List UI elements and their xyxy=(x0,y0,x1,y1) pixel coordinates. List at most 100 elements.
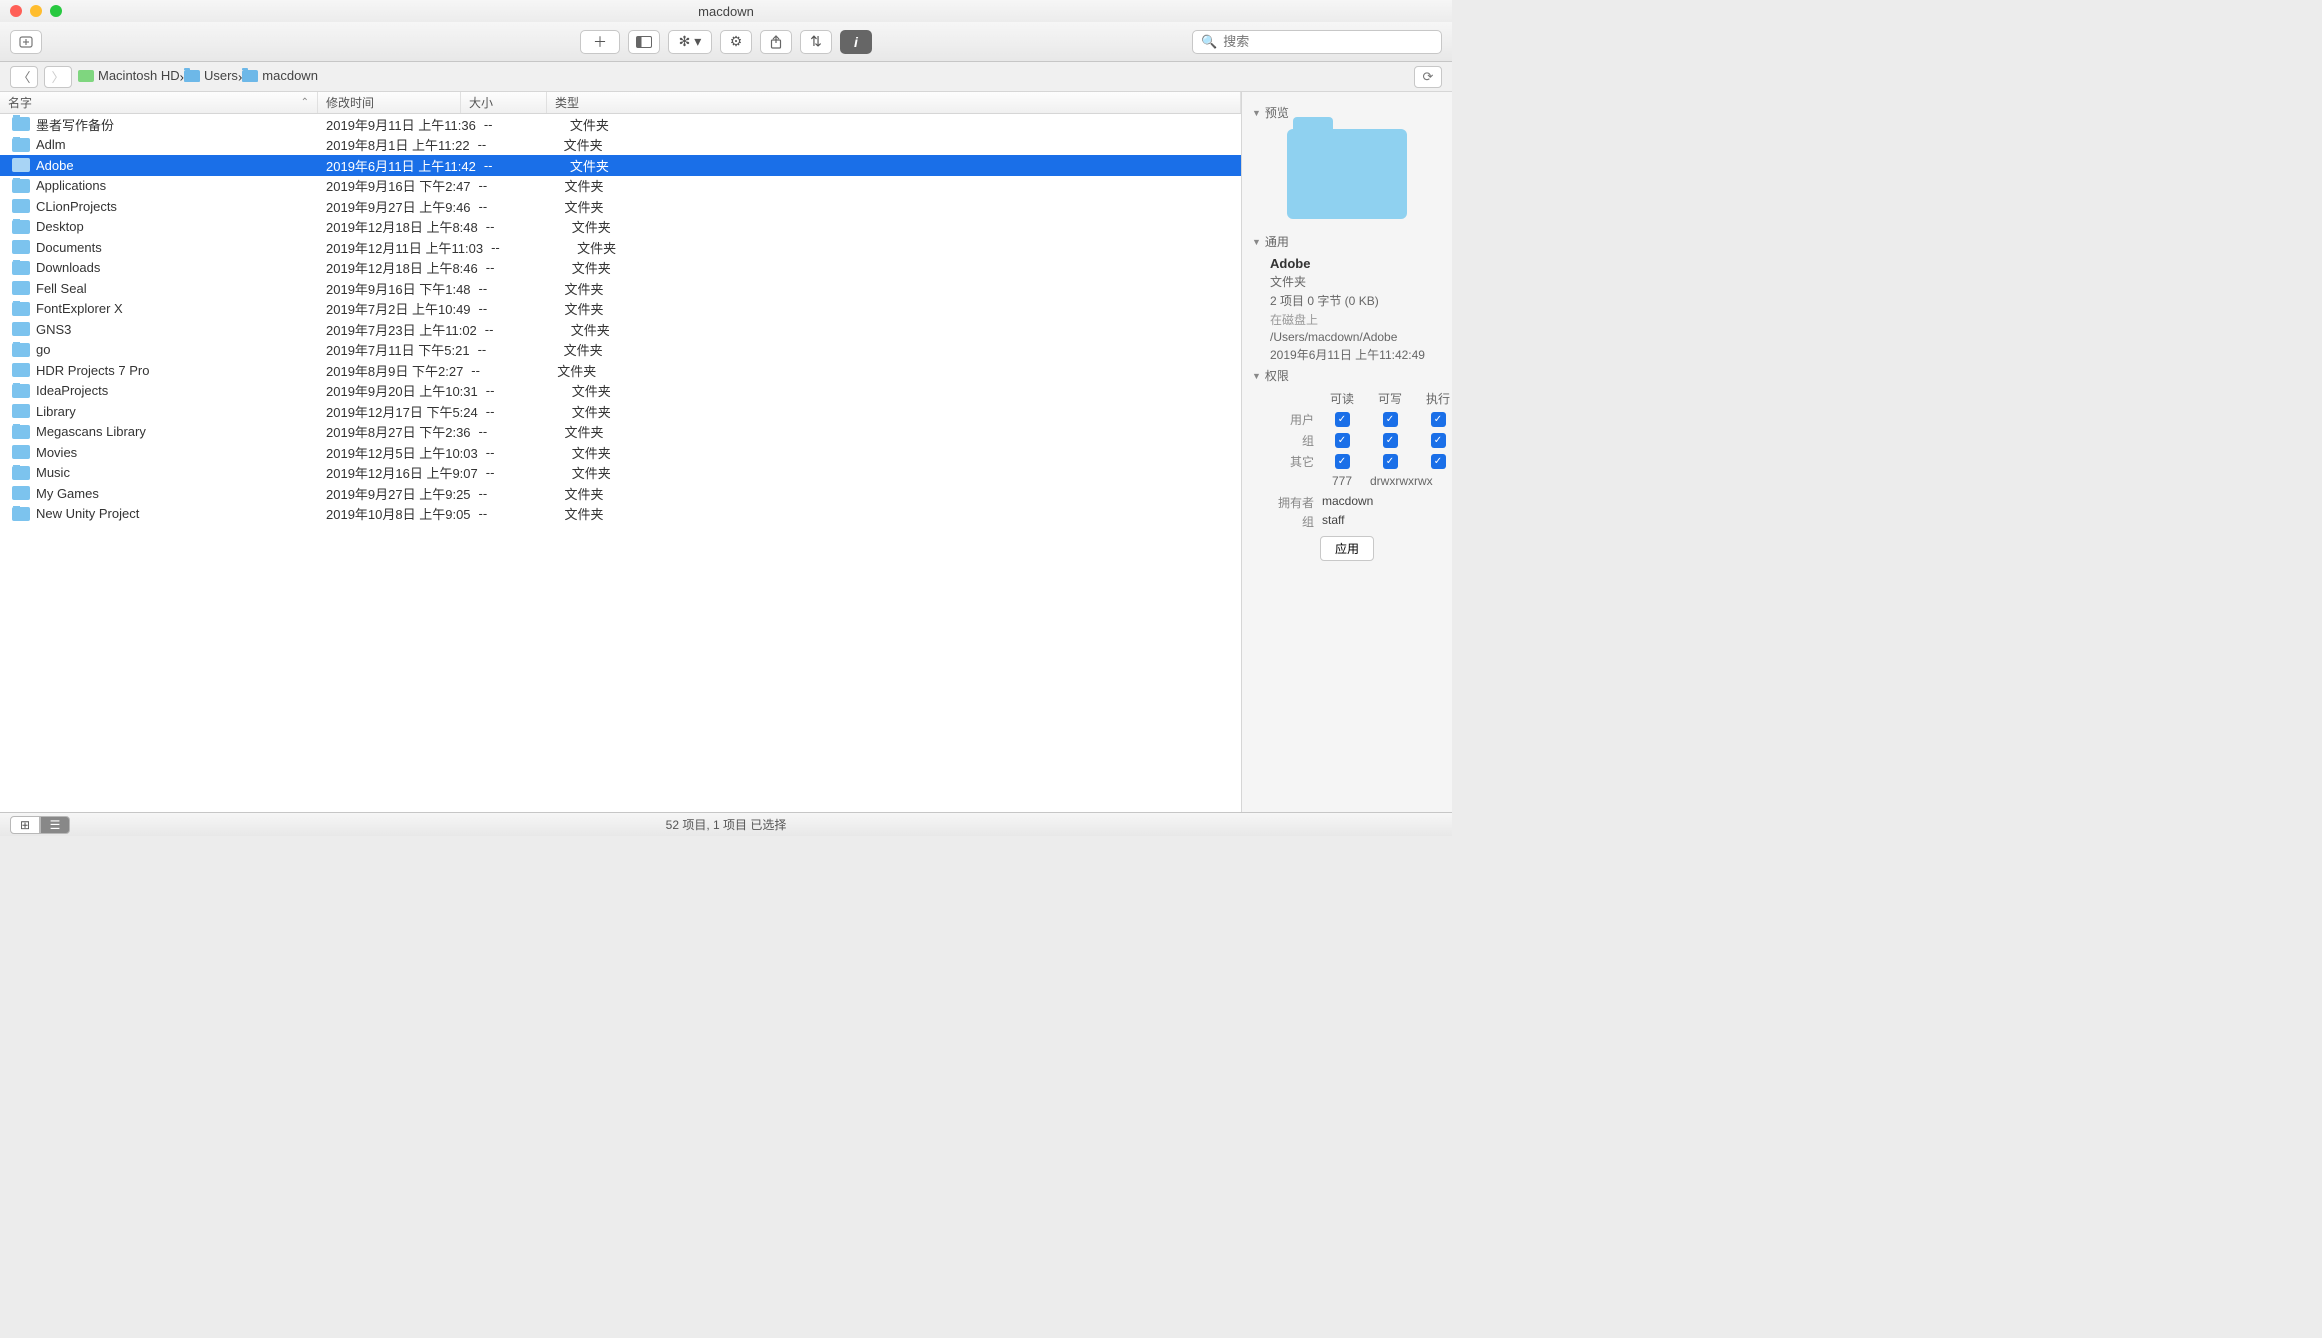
info-button[interactable]: i xyxy=(840,30,872,54)
perm-group-label: 组 xyxy=(1264,432,1314,449)
inspector-panel: ▼预览 ▼通用 Adobe 文件夹 2 项目 0 字节 (0 KB) 在磁盘上 … xyxy=(1242,92,1452,812)
folder-icon xyxy=(12,445,30,459)
breadcrumb-item[interactable]: macdown xyxy=(242,68,318,83)
file-row[interactable]: Movies2019年12月5日 上午10:03--文件夹 xyxy=(0,442,1241,463)
file-name: go xyxy=(36,342,50,357)
file-name: 墨者写作备份 xyxy=(36,115,114,134)
general-section[interactable]: ▼通用 xyxy=(1252,233,1442,250)
file-row[interactable]: FontExplorer X2019年7月2日 上午10:49--文件夹 xyxy=(0,299,1241,320)
toolbar: ＋ ✻ ▾ ⚙ ⇅ i 🔍 xyxy=(0,22,1452,62)
file-row[interactable]: go2019年7月11日 下午5:21--文件夹 xyxy=(0,340,1241,361)
disclosure-icon: ▼ xyxy=(1252,108,1261,118)
file-kind: 文件夹 xyxy=(564,463,1241,482)
sort-button[interactable]: ⇅ xyxy=(800,30,832,54)
file-row[interactable]: New Unity Project2019年10月8日 上午9:05--文件夹 xyxy=(0,504,1241,525)
file-row[interactable]: Fell Seal2019年9月16日 下午1:48--文件夹 xyxy=(0,278,1241,299)
file-row[interactable]: Music2019年12月16日 上午9:07--文件夹 xyxy=(0,463,1241,484)
icon-view-button[interactable]: ⊞ xyxy=(10,816,40,834)
file-row[interactable]: Adobe2019年6月11日 上午11:42--文件夹 xyxy=(0,155,1241,176)
file-name: Desktop xyxy=(36,219,84,234)
new-tab-button[interactable] xyxy=(10,30,42,54)
file-name: IdeaProjects xyxy=(36,383,108,398)
file-row[interactable]: Desktop2019年12月18日 上午8:48--文件夹 xyxy=(0,217,1241,238)
forward-button[interactable]: 〉 xyxy=(44,66,72,88)
breadcrumb-item[interactable]: Macintosh HD xyxy=(78,68,180,83)
perm-user-label: 用户 xyxy=(1264,411,1314,428)
file-row[interactable]: GNS32019年7月23日 上午11:02--文件夹 xyxy=(0,319,1241,340)
perm-user-exec-checkbox[interactable]: ✓ xyxy=(1431,412,1446,427)
file-kind: 文件夹 xyxy=(557,299,1241,318)
sidebar-toggle-button[interactable] xyxy=(628,30,660,54)
perm-user-write-checkbox[interactable]: ✓ xyxy=(1383,412,1398,427)
info-ondisk-label: 在磁盘上 xyxy=(1270,311,1442,328)
preview-section[interactable]: ▼预览 xyxy=(1252,104,1442,121)
file-row[interactable]: IdeaProjects2019年9月20日 上午10:31--文件夹 xyxy=(0,381,1241,402)
add-button[interactable]: ＋ xyxy=(580,30,620,54)
file-kind: 文件夹 xyxy=(564,381,1241,400)
apply-button[interactable]: 应用 xyxy=(1320,536,1374,561)
folder-icon xyxy=(12,240,30,254)
file-row[interactable]: Megascans Library2019年8月27日 下午2:36--文件夹 xyxy=(0,422,1241,443)
column-kind[interactable]: 类型 xyxy=(547,92,1241,113)
file-row[interactable]: HDR Projects 7 Pro2019年8月9日 下午2:27--文件夹 xyxy=(0,360,1241,381)
action-menu-button[interactable]: ✻ ▾ xyxy=(668,30,712,54)
file-kind: 文件夹 xyxy=(557,176,1241,195)
close-icon[interactable] xyxy=(10,5,22,17)
perm-group-write-checkbox[interactable]: ✓ xyxy=(1383,433,1398,448)
group-value: staff xyxy=(1322,513,1442,530)
search-field[interactable]: 🔍 xyxy=(1192,30,1442,54)
column-name[interactable]: 名字⌃ xyxy=(0,92,318,113)
folder-icon xyxy=(12,363,30,377)
column-date[interactable]: 修改时间 xyxy=(318,92,461,113)
file-size: -- xyxy=(471,178,557,193)
share-button[interactable] xyxy=(760,30,792,54)
file-row[interactable]: Documents2019年12月11日 上午11:03--文件夹 xyxy=(0,237,1241,258)
file-date: 2019年12月18日 上午8:48 xyxy=(318,217,478,236)
perm-other-exec-checkbox[interactable]: ✓ xyxy=(1431,454,1446,469)
file-row[interactable]: Adlm2019年8月1日 上午11:22--文件夹 xyxy=(0,135,1241,156)
perm-user-read-checkbox[interactable]: ✓ xyxy=(1335,412,1350,427)
folder-icon xyxy=(12,158,30,172)
file-rows[interactable]: 墨者写作备份2019年9月11日 上午11:36--文件夹Adlm2019年8月… xyxy=(0,114,1241,812)
file-kind: 文件夹 xyxy=(564,443,1241,462)
breadcrumb-item[interactable]: Users xyxy=(184,68,238,83)
file-row[interactable]: My Games2019年9月27日 上午9:25--文件夹 xyxy=(0,483,1241,504)
minimize-icon[interactable] xyxy=(30,5,42,17)
file-row[interactable]: Downloads2019年12月18日 上午8:46--文件夹 xyxy=(0,258,1241,279)
perm-group-exec-checkbox[interactable]: ✓ xyxy=(1431,433,1446,448)
file-kind: 文件夹 xyxy=(564,258,1241,277)
info-items: 2 项目 0 字节 (0 KB) xyxy=(1270,292,1442,309)
file-date: 2019年9月27日 上午9:25 xyxy=(318,484,471,503)
info-modified: 2019年6月11日 上午11:42:49 xyxy=(1270,346,1442,363)
file-date: 2019年7月23日 上午11:02 xyxy=(318,320,477,339)
perm-group-read-checkbox[interactable]: ✓ xyxy=(1335,433,1350,448)
search-input[interactable] xyxy=(1223,34,1433,49)
gear-button[interactable]: ⚙ xyxy=(720,30,752,54)
perm-other-write-checkbox[interactable]: ✓ xyxy=(1383,454,1398,469)
file-row[interactable]: 墨者写作备份2019年9月11日 上午11:36--文件夹 xyxy=(0,114,1241,135)
back-button[interactable]: 〈 xyxy=(10,66,38,88)
permissions-section[interactable]: ▼权限 xyxy=(1252,367,1442,384)
file-kind: 文件夹 xyxy=(557,197,1241,216)
file-kind: 文件夹 xyxy=(569,238,1241,257)
perm-other-read-checkbox[interactable]: ✓ xyxy=(1335,454,1350,469)
file-row[interactable]: Library2019年12月17日 下午5:24--文件夹 xyxy=(0,401,1241,422)
column-size[interactable]: 大小 xyxy=(461,92,547,113)
file-date: 2019年10月8日 上午9:05 xyxy=(318,504,471,523)
folder-icon xyxy=(12,466,30,480)
breadcrumb-label: Users xyxy=(204,68,238,83)
file-size: -- xyxy=(478,260,564,275)
file-kind: 文件夹 xyxy=(562,156,1241,175)
status-bar: ⊞ ☰ 52 项目, 1 项目 已选择 xyxy=(0,812,1452,836)
info-path: /Users/macdown/Adobe xyxy=(1270,330,1442,344)
file-kind: 文件夹 xyxy=(557,422,1241,441)
list-view-button[interactable]: ☰ xyxy=(40,816,70,834)
reload-button[interactable]: ⟳ xyxy=(1414,66,1442,88)
file-row[interactable]: Applications2019年9月16日 下午2:47--文件夹 xyxy=(0,176,1241,197)
file-date: 2019年9月16日 下午2:47 xyxy=(318,176,471,195)
file-date: 2019年8月9日 下午2:27 xyxy=(318,361,463,380)
file-kind: 文件夹 xyxy=(556,135,1241,154)
zoom-icon[interactable] xyxy=(50,5,62,17)
file-row[interactable]: CLionProjects2019年9月27日 上午9:46--文件夹 xyxy=(0,196,1241,217)
file-name: Downloads xyxy=(36,260,100,275)
